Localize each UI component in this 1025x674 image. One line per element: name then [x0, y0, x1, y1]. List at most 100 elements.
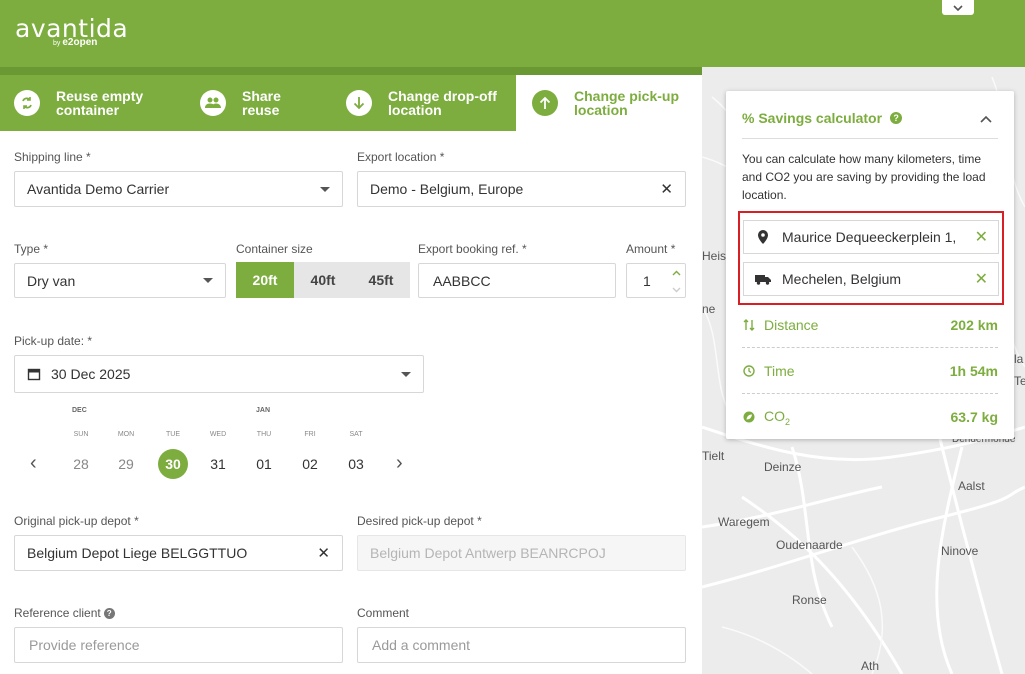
reference-client-label: Reference client?: [14, 606, 115, 620]
clear-icon[interactable]: ✕: [660, 182, 673, 197]
map-label: ne: [702, 302, 716, 316]
co2-label: CO: [764, 407, 785, 424]
tab-change-pick-up-location[interactable]: Change pick-up location: [516, 75, 702, 131]
calendar-day[interactable]: 02: [295, 449, 325, 479]
arrow-up-icon: [532, 90, 558, 116]
leaf-icon: [742, 411, 756, 423]
amount-stepper-arrows: [668, 264, 685, 298]
calendar-day[interactable]: 31: [203, 449, 233, 479]
destination-address-field[interactable]: Mechelen, Belgium ✕: [743, 262, 999, 296]
time-row: Time 1h 54m: [742, 348, 998, 394]
caret-down-icon: [401, 371, 411, 377]
map-label: Aalst: [958, 479, 985, 493]
distance-row: Distance 202 km: [742, 302, 998, 348]
calendar-weekday: WED: [209, 431, 227, 438]
type-label: Type *: [14, 242, 49, 256]
calendar-day[interactable]: 28: [66, 449, 96, 479]
calendar-day-selected[interactable]: 30: [158, 449, 188, 479]
booking-ref-label: Export booking ref. *: [418, 242, 527, 256]
divider: [742, 138, 998, 139]
map-label: Ninove: [941, 544, 979, 558]
shipping-line-label: Shipping line *: [14, 150, 91, 164]
map-label: la: [1014, 352, 1024, 366]
distance-icon: [742, 318, 756, 331]
calendar-day[interactable]: 01: [249, 449, 279, 479]
truck-icon: [754, 274, 772, 285]
shipping-line-select[interactable]: Avantida Demo Carrier: [14, 171, 343, 207]
tab-reuse-empty-container[interactable]: Reuse empty container: [14, 75, 166, 131]
calendar-day[interactable]: 29: [111, 449, 141, 479]
reference-client-input[interactable]: Provide reference: [14, 627, 343, 663]
calendar-weekday: SUN: [73, 431, 89, 438]
desired-depot-label: Desired pick-up depot *: [357, 514, 482, 528]
savings-title: % Savings calculator ?: [742, 110, 903, 126]
calendar-prev-button[interactable]: ‹: [30, 452, 37, 475]
clear-icon[interactable]: ✕: [975, 227, 988, 247]
map-label: Tielt: [702, 449, 725, 463]
chevron-up-icon[interactable]: [980, 115, 992, 123]
brand-byline: by e2open: [53, 37, 98, 48]
calendar-weekday: MON: [117, 431, 135, 438]
tab-share-reuse[interactable]: Share reuse: [200, 75, 292, 131]
origin-address-field[interactable]: Maurice Dequeeckerplein 1, ✕: [743, 220, 999, 254]
help-icon[interactable]: ?: [890, 112, 903, 124]
calendar-month-jan: JAN: [256, 407, 271, 414]
increment-icon[interactable]: [672, 270, 681, 276]
calendar-weekday: SAT: [349, 431, 363, 438]
calendar-weekday: THU: [256, 431, 272, 438]
map-label: Heis: [702, 249, 727, 263]
caret-down-icon: [203, 278, 213, 283]
type-select[interactable]: Dry van: [14, 263, 226, 298]
size-45ft-button[interactable]: 45ft: [352, 262, 410, 298]
savings-description: You can calculate how many kilometers, t…: [742, 152, 986, 202]
map-label: Ath: [861, 659, 880, 673]
map-label: Deinze: [764, 460, 802, 474]
tab-change-drop-off-location[interactable]: Change drop-off location: [346, 75, 503, 131]
original-depot-label: Original pick-up depot *: [14, 514, 139, 528]
arrow-down-icon: [346, 90, 372, 116]
reuse-icon: [14, 90, 40, 116]
original-depot-field[interactable]: Belgium Depot Liege BELGGTTUO ✕: [14, 535, 343, 571]
help-icon[interactable]: ?: [103, 608, 115, 620]
container-size-label: Container size: [236, 242, 313, 256]
co2-row: CO2 63.7 kg: [742, 394, 998, 440]
chevron-down-icon: [953, 4, 963, 11]
tab-label: Share reuse: [242, 88, 281, 118]
comment-input[interactable]: Add a comment: [357, 627, 686, 663]
action-tabs: Reuse empty container Share reuse Change…: [0, 67, 702, 131]
export-location-label: Export location *: [357, 150, 445, 164]
map-label: Te: [1014, 374, 1025, 388]
clear-icon[interactable]: ✕: [975, 269, 988, 289]
clear-icon[interactable]: ✕: [317, 546, 330, 561]
export-location-field[interactable]: Demo - Belgium, Europe ✕: [357, 171, 686, 207]
map-label: Ronse: [792, 593, 827, 607]
people-icon: [200, 90, 226, 116]
location-pin-icon: [754, 230, 772, 244]
tab-label: Change pick-up location: [574, 88, 680, 118]
top-bar: avantida by e2open: [0, 0, 1025, 67]
caret-down-icon: [320, 186, 330, 192]
user-menu-toggle[interactable]: [942, 0, 974, 15]
decrement-icon[interactable]: [672, 287, 681, 293]
desired-depot-field: Belgium Depot Antwerp BEANRCPOJ: [357, 535, 686, 571]
tab-label: Change drop-off location: [388, 88, 497, 118]
pickup-date-picker[interactable]: 30 Dec 2025: [14, 355, 424, 393]
co2-subscript: 2: [785, 416, 791, 427]
comment-label: Comment: [357, 606, 410, 620]
size-20ft-button[interactable]: 20ft: [236, 262, 294, 298]
map-label: Waregem: [718, 515, 770, 529]
size-40ft-button[interactable]: 40ft: [294, 262, 352, 298]
tab-label: Reuse empty container: [56, 88, 144, 118]
calendar-month-dec: DEC: [72, 407, 87, 414]
pickup-date-label: Pick-up date: *: [14, 334, 93, 348]
calendar-next-button[interactable]: ›: [396, 452, 403, 475]
calendar-day[interactable]: 03: [341, 449, 371, 479]
amount-label: Amount *: [626, 242, 676, 256]
booking-ref-input[interactable]: AABBCC: [418, 263, 616, 298]
clock-icon: [742, 364, 756, 377]
calendar-weekday: TUE: [166, 431, 180, 438]
map-label: Oudenaarde: [776, 538, 843, 552]
calendar-weekday: FRI: [304, 431, 316, 438]
calendar-icon: [27, 368, 41, 381]
container-size-toggle: 20ft 40ft 45ft: [236, 262, 410, 298]
